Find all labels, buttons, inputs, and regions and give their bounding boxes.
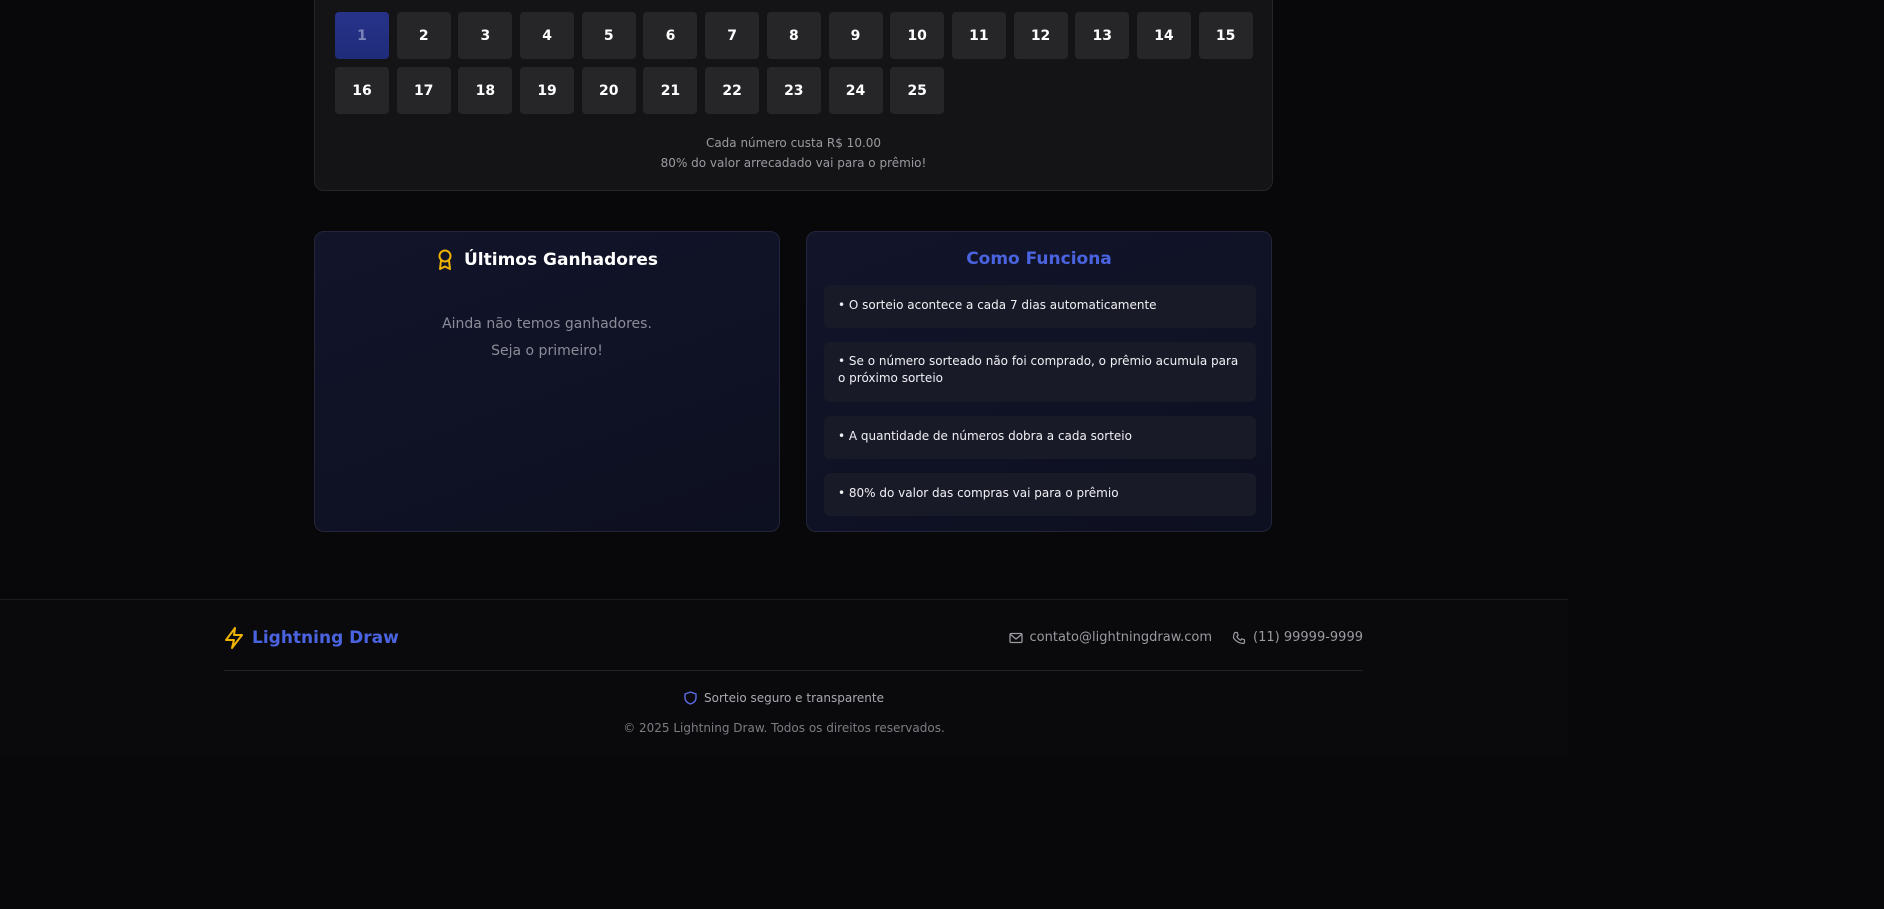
contact-info: contato@lightningdraw.com (11) 99999-999… — [1008, 630, 1363, 645]
footer: Lightning Draw contato@lightningdraw.com… — [0, 599, 1568, 757]
email-text: contato@lightningdraw.com — [1029, 630, 1213, 645]
number-button[interactable]: 4 — [520, 12, 575, 59]
price-line: Cada número custa R$ 10.00 — [705, 136, 882, 150]
winners-empty-state: Ainda não temos ganhadores. Seja o prime… — [315, 311, 779, 365]
number-button[interactable]: 9 — [828, 12, 883, 59]
number-button[interactable]: 19 — [520, 67, 575, 114]
phone-icon — [1232, 631, 1246, 644]
number-button[interactable]: 12 — [1013, 12, 1068, 59]
how-list: • O sorteio acontece a cada 7 dias autom… — [824, 285, 1256, 530]
number-button[interactable]: 17 — [396, 67, 451, 114]
number-button[interactable]: 11 — [951, 12, 1006, 59]
latest-winners-panel: Últimos Ganhadores Ainda não temos ganha… — [314, 231, 780, 532]
number-button[interactable]: 6 — [643, 12, 698, 59]
winners-title: Últimos Ganhadores — [315, 249, 779, 271]
winners-title-text: Últimos Ganhadores — [464, 250, 658, 270]
number-button[interactable]: 13 — [1075, 12, 1130, 59]
prize-line: 80% do valor arrecadado vai para o prêmi… — [660, 156, 927, 170]
award-icon — [438, 249, 452, 270]
how-it-works-panel: Como Funciona • O sorteio acontece a cad… — [806, 231, 1272, 532]
number-button[interactable]: 3 — [458, 12, 513, 59]
number-button[interactable]: 1 — [335, 12, 389, 59]
number-button[interactable]: 5 — [581, 12, 636, 59]
footer-divider — [224, 670, 1363, 671]
secure-text: Sorteio seguro e transparente — [704, 691, 884, 705]
number-button[interactable]: 10 — [890, 12, 945, 59]
brand-name: Lightning Draw — [252, 628, 399, 648]
number-button[interactable]: 15 — [1198, 12, 1253, 59]
how-item: • 80% do valor das compras vai para o pr… — [824, 473, 1256, 516]
empty-line-1: Ainda não temos ganhadores. — [442, 316, 652, 332]
number-button[interactable]: 24 — [828, 67, 883, 114]
number-button[interactable]: 18 — [458, 67, 513, 114]
empty-line-2: Seja o primeiro! — [491, 343, 603, 359]
copyright: © 2025 Lightning Draw. Todos os direitos… — [623, 721, 945, 735]
bolt-icon — [225, 627, 243, 649]
number-button[interactable]: 2 — [396, 12, 451, 59]
number-button[interactable]: 7 — [705, 12, 760, 59]
number-button[interactable]: 25 — [890, 67, 945, 114]
phone-text: (11) 99999-9999 — [1253, 630, 1363, 645]
how-item: • Se o número sorteado não foi comprado,… — [824, 342, 1256, 402]
number-grid: 1 2 3 4 5 6 7 8 9 10 11 12 13 14 15 16 17 18 19 20 21 22 23 24 2… — [335, 12, 1253, 114]
number-button[interactable]: 16 — [335, 67, 389, 114]
mail-icon — [1008, 632, 1023, 643]
phone-contact[interactable]: (11) 99999-9999 — [1232, 630, 1363, 645]
how-title: Como Funciona — [966, 249, 1112, 269]
number-button[interactable]: 8 — [766, 12, 821, 59]
price-note: Cada número custa R$ 10.00 80% do valor … — [315, 133, 1272, 173]
how-item: • A quantidade de números dobra a cada s… — [824, 416, 1256, 459]
number-button[interactable]: 23 — [766, 67, 821, 114]
secure-badge: Sorteio seguro e transparente — [0, 691, 1568, 705]
number-button[interactable]: 21 — [643, 67, 698, 114]
number-button[interactable]: 22 — [705, 67, 760, 114]
footer-brand[interactable]: Lightning Draw — [224, 627, 399, 649]
email-contact[interactable]: contato@lightningdraw.com — [1008, 630, 1213, 645]
how-item: • O sorteio acontece a cada 7 dias autom… — [824, 285, 1256, 328]
number-selection-card: 1 2 3 4 5 6 7 8 9 10 11 12 13 14 15 16 17 18 19 20 21 22 23 24 2… — [314, 0, 1273, 191]
number-button[interactable]: 20 — [581, 67, 636, 114]
number-button[interactable]: 14 — [1136, 12, 1191, 59]
shield-icon — [684, 691, 697, 705]
